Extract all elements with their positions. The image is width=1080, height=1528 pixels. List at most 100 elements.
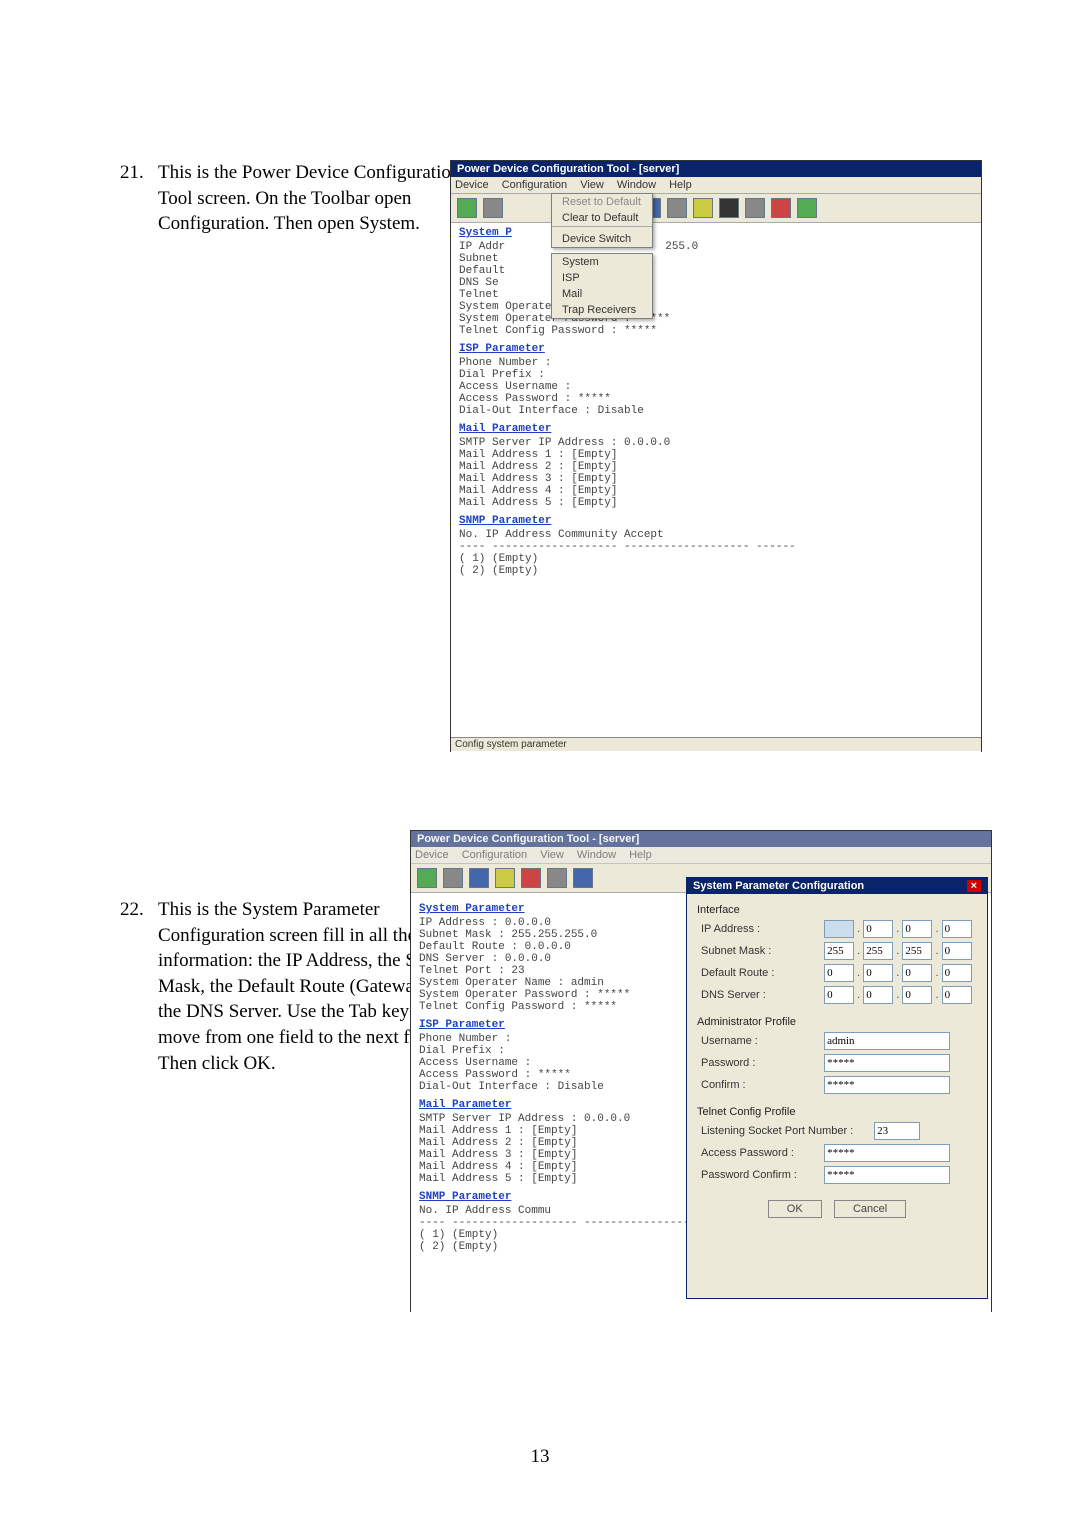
- password-confirm-field[interactable]: [824, 1166, 950, 1184]
- toolbar: [451, 194, 981, 223]
- menu-window[interactable]: Window: [617, 179, 656, 191]
- cancel-button[interactable]: Cancel: [834, 1200, 906, 1218]
- toolbar-icon[interactable]: [417, 868, 437, 888]
- snmp-rule: ---- ------------------- ---------------…: [459, 541, 973, 553]
- heading-system: System P: [459, 227, 973, 239]
- submenu-system[interactable]: System: [552, 254, 652, 270]
- username-field[interactable]: [824, 1032, 950, 1050]
- menu-window[interactable]: Window: [577, 849, 616, 861]
- toolbar-icon[interactable]: [521, 868, 541, 888]
- menu-bar[interactable]: Device Configuration View Window Help: [451, 177, 981, 194]
- dns-octet-2[interactable]: [863, 986, 893, 1004]
- label-route: Default Route :: [701, 967, 821, 979]
- system-parameter-dialog: System Parameter Configuration × Interfa…: [686, 877, 988, 1299]
- toolbar-icon[interactable]: [469, 868, 489, 888]
- configuration-dropdown[interactable]: Reset to Default Clear to Default Device…: [551, 193, 653, 248]
- route-octet-4[interactable]: [942, 964, 972, 982]
- window-title: Power Device Configuration Tool - [serve…: [411, 831, 991, 847]
- line: IP Addr255.0: [459, 241, 973, 253]
- line: Mail Address 1 : [Empty]: [459, 449, 973, 461]
- ok-button[interactable]: OK: [768, 1200, 822, 1218]
- terminal-area: System P IP Addr255.0 Subnet Default DNS…: [451, 223, 981, 761]
- access-password-field[interactable]: [824, 1144, 950, 1162]
- dns-octet-1[interactable]: [824, 986, 854, 1004]
- route-octet-3[interactable]: [902, 964, 932, 982]
- section-interface: Interface: [697, 904, 977, 916]
- toolbar-icon[interactable]: [573, 868, 593, 888]
- label-password-confirm: Password Confirm :: [701, 1169, 821, 1181]
- label-port: Listening Socket Port Number :: [701, 1125, 871, 1137]
- toolbar-icon[interactable]: [483, 198, 503, 218]
- line: Phone Number :: [459, 357, 973, 369]
- screenshot-system-dialog: Power Device Configuration Tool - [serve…: [410, 830, 992, 1312]
- password-field[interactable]: [824, 1054, 950, 1072]
- window-title: Power Device Configuration Tool - [serve…: [451, 161, 981, 177]
- menu-item-switch[interactable]: Device Switch: [552, 231, 652, 247]
- status-bar: Config system parameter: [451, 737, 981, 751]
- mask-octet-2[interactable]: [863, 942, 893, 960]
- menu-help[interactable]: Help: [629, 849, 652, 861]
- heading-snmp: SNMP Parameter: [459, 515, 973, 527]
- snmp-row: ( 1) (Empty): [459, 553, 973, 565]
- mask-octet-1[interactable]: [824, 942, 854, 960]
- line: Mail Address 4 : [Empty]: [459, 485, 973, 497]
- line: Access Username :: [459, 381, 973, 393]
- ip-octet-4[interactable]: [942, 920, 972, 938]
- line: System Operater Password : *****: [459, 313, 973, 325]
- label-ip: IP Address :: [701, 923, 821, 935]
- submenu-isp[interactable]: ISP: [552, 270, 652, 286]
- toolbar-icon[interactable]: [667, 198, 687, 218]
- toolbar-icon[interactable]: [797, 198, 817, 218]
- section-admin: Administrator Profile: [697, 1016, 977, 1028]
- close-icon[interactable]: ×: [967, 880, 981, 892]
- toolbar-icon[interactable]: [495, 868, 515, 888]
- toolbar-icon[interactable]: [771, 198, 791, 218]
- dns-octet-4[interactable]: [942, 986, 972, 1004]
- menu-view[interactable]: View: [580, 179, 604, 191]
- menu-bar[interactable]: Device Configuration View Window Help: [411, 847, 991, 864]
- toolbar-icon[interactable]: [457, 198, 477, 218]
- menu-configuration[interactable]: Configuration: [502, 179, 567, 191]
- route-octet-2[interactable]: [863, 964, 893, 982]
- configuration-submenu[interactable]: System ISP Mail Trap Receivers: [551, 253, 653, 319]
- snmp-header: No. IP Address Community Accept: [459, 529, 973, 541]
- line: Default: [459, 265, 973, 277]
- toolbar-icon[interactable]: [443, 868, 463, 888]
- line: Mail Address 2 : [Empty]: [459, 461, 973, 473]
- menu-device[interactable]: Device: [455, 179, 489, 191]
- menu-view[interactable]: View: [540, 849, 564, 861]
- step-number: 22.: [120, 897, 158, 923]
- mask-octet-4[interactable]: [942, 942, 972, 960]
- submenu-trap[interactable]: Trap Receivers: [552, 302, 652, 318]
- toolbar-icon[interactable]: [547, 868, 567, 888]
- ip-octet-3[interactable]: [902, 920, 932, 938]
- ip-octet-2[interactable]: [863, 920, 893, 938]
- toolbar-icon[interactable]: [719, 198, 739, 218]
- submenu-mail[interactable]: Mail: [552, 286, 652, 302]
- toolbar-icon[interactable]: [693, 198, 713, 218]
- menu-item-clear[interactable]: Clear to Default: [552, 210, 652, 226]
- mask-octet-3[interactable]: [902, 942, 932, 960]
- ip-octet-1[interactable]: [824, 920, 854, 938]
- line: Telnet: [459, 289, 973, 301]
- dns-octet-3[interactable]: [902, 986, 932, 1004]
- line: Telnet Config Password : *****: [459, 325, 973, 337]
- label-mask: Subnet Mask :: [701, 945, 821, 957]
- line: System Operater Name : admin: [459, 301, 973, 313]
- menu-item-reset[interactable]: Reset to Default: [552, 194, 652, 210]
- snmp-row: ( 2) (Empty): [459, 565, 973, 577]
- menu-configuration[interactable]: Configuration: [462, 849, 527, 861]
- line: Dial-Out Interface : Disable: [459, 405, 973, 417]
- dialog-titlebar: System Parameter Configuration ×: [687, 878, 987, 894]
- menu-help[interactable]: Help: [669, 179, 692, 191]
- label-confirm: Confirm :: [701, 1079, 821, 1091]
- line: Mail Address 5 : [Empty]: [459, 497, 973, 509]
- confirm-field[interactable]: [824, 1076, 950, 1094]
- menu-device[interactable]: Device: [415, 849, 449, 861]
- section-telnet: Telnet Config Profile: [697, 1106, 977, 1118]
- page-number: 13: [0, 1446, 1080, 1468]
- toolbar-icon[interactable]: [745, 198, 765, 218]
- port-field[interactable]: [874, 1122, 920, 1140]
- label-username: Username :: [701, 1035, 821, 1047]
- route-octet-1[interactable]: [824, 964, 854, 982]
